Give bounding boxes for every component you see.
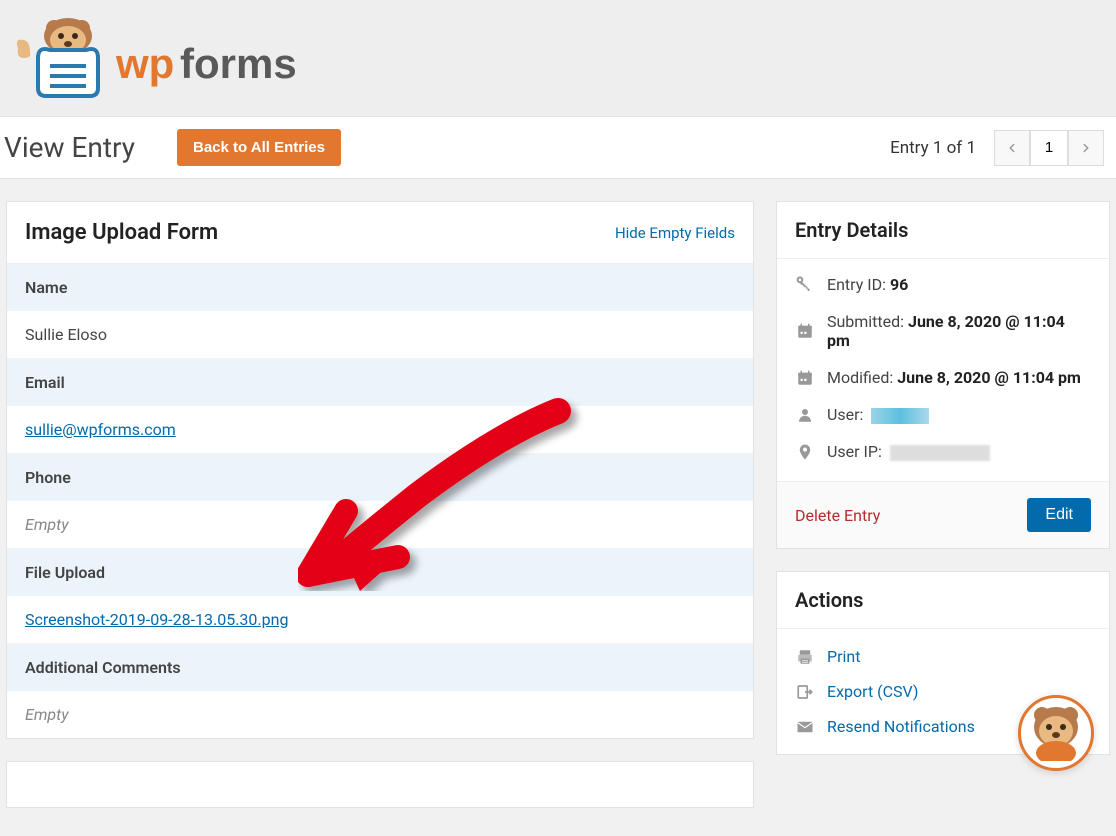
export-icon (795, 683, 815, 701)
user-ip-row: User IP: (795, 442, 1091, 461)
page-number-input[interactable] (1030, 130, 1068, 166)
field-value-name: Sullie Eloso (7, 311, 753, 359)
field-label-phone: Phone (7, 454, 753, 501)
user-label: User: (827, 405, 863, 424)
next-button[interactable] (1068, 130, 1104, 166)
print-icon (795, 648, 815, 666)
entry-id-value: 96 (890, 275, 908, 294)
submitted-label: Submitted: (827, 312, 904, 331)
form-entry-panel: Image Upload Form Hide Empty Fields Name… (6, 201, 754, 739)
field-label-name: Name (7, 264, 753, 311)
svg-text:wp: wp (115, 40, 174, 87)
phone-empty: Empty (25, 515, 69, 534)
email-link[interactable]: sullie@wpforms.com (25, 420, 176, 439)
form-title: Image Upload Form (25, 220, 218, 245)
key-icon (795, 276, 815, 294)
user-redacted (871, 408, 929, 424)
entry-details-title: Entry Details (795, 218, 1091, 242)
delete-entry-link[interactable]: Delete Entry (795, 506, 880, 525)
entry-details-panel: Entry Details Entry ID: 96 (776, 201, 1110, 549)
field-value-additional-comments: Empty (7, 691, 753, 738)
modified-value: June 8, 2020 @ 11:04 pm (897, 368, 1081, 387)
pager (994, 130, 1104, 166)
svg-text:forms: forms (180, 40, 297, 87)
user-ip-label: User IP: (827, 442, 882, 461)
calendar-icon (795, 369, 815, 387)
user-icon (795, 406, 815, 424)
back-to-entries-button[interactable]: Back to All Entries (177, 129, 341, 166)
entry-id-label: Entry ID: (827, 275, 886, 294)
edit-button[interactable]: Edit (1027, 498, 1091, 532)
export-link[interactable]: Export (CSV) (827, 682, 918, 701)
field-value-file-upload: Screenshot-2019-09-28-13.05.30.png (7, 596, 753, 644)
title-bar: View Entry Back to All Entries Entry 1 o… (0, 117, 1116, 179)
app-header: wp forms (0, 0, 1116, 117)
page-title: View Entry (4, 131, 135, 164)
field-label-email: Email (7, 359, 753, 406)
file-upload-link[interactable]: Screenshot-2019-09-28-13.05.30.png (25, 610, 288, 629)
comments-empty: Empty (25, 705, 69, 724)
user-row: User: (795, 405, 1091, 424)
help-avatar-button[interactable] (1018, 695, 1094, 771)
prev-button[interactable] (994, 130, 1030, 166)
calendar-icon (795, 322, 815, 340)
modified-label: Modified: (827, 368, 893, 387)
field-value-email: sullie@wpforms.com (7, 406, 753, 454)
partial-title (25, 780, 30, 805)
entry-id-row: Entry ID: 96 (795, 275, 1091, 294)
submitted-row: Submitted: June 8, 2020 @ 11:04 pm (795, 312, 1091, 350)
modified-row: Modified: June 8, 2020 @ 11:04 pm (795, 368, 1091, 387)
envelope-icon (795, 718, 815, 736)
action-print-row: Print (795, 639, 1091, 674)
field-value-phone: Empty (7, 501, 753, 549)
field-label-additional-comments: Additional Comments (7, 644, 753, 691)
entry-count: Entry 1 of 1 (890, 138, 976, 158)
field-label-file-upload: File Upload (7, 549, 753, 596)
print-link[interactable]: Print (827, 647, 860, 666)
resend-link[interactable]: Resend Notifications (827, 717, 975, 736)
wpforms-logo: wp forms (8, 18, 1096, 98)
location-icon (795, 443, 815, 461)
user-ip-redacted (890, 445, 990, 461)
next-panel-partial (6, 761, 754, 808)
actions-title: Actions (795, 588, 1091, 612)
hide-empty-fields-link[interactable]: Hide Empty Fields (615, 224, 735, 242)
